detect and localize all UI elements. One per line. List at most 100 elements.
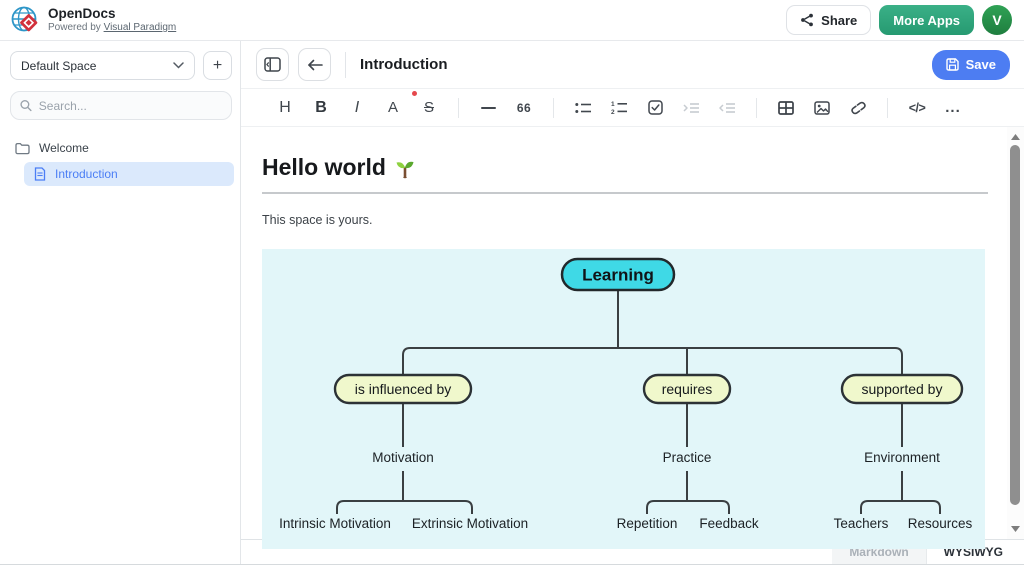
- more-apps-button[interactable]: More Apps: [879, 5, 974, 35]
- task-list-button[interactable]: [637, 93, 673, 123]
- diagram-leaf-label[interactable]: Intrinsic Motivation: [279, 516, 391, 531]
- triangle-up-icon: [1011, 134, 1020, 140]
- diagram-node-root[interactable]: Learning: [562, 259, 674, 290]
- app-title: OpenDocs: [48, 7, 176, 22]
- tree-item-welcome[interactable]: Welcome: [0, 136, 240, 160]
- bold-button[interactable]: B: [303, 93, 339, 123]
- concept-map-diagram[interactable]: Learning is influenced by requires: [262, 249, 985, 549]
- user-avatar[interactable]: V: [982, 5, 1012, 35]
- space-selector-value: Default Space: [21, 59, 173, 73]
- diagram-concept-label[interactable]: Environment: [864, 450, 940, 465]
- top-header: OpenDocs Powered by Visual Paradigm Shar…: [0, 0, 1024, 41]
- vertical-scrollbar[interactable]: [1007, 127, 1024, 539]
- editor-content[interactable]: Hello world This space is yours.: [241, 127, 1007, 539]
- space-selector[interactable]: Default Space: [10, 51, 195, 80]
- search-input[interactable]: [39, 99, 222, 113]
- code-block-button[interactable]: </>: [899, 93, 935, 123]
- save-button[interactable]: Save: [932, 50, 1010, 80]
- doc-header: Introduction Save: [241, 41, 1024, 88]
- powered-by-prefix: Powered by: [48, 22, 104, 33]
- search-box: [10, 91, 232, 120]
- diagram-concept-label[interactable]: Practice: [663, 450, 712, 465]
- insert-image-button[interactable]: [804, 93, 840, 123]
- checkbox-icon: [648, 100, 663, 115]
- toolbar-divider: [458, 98, 459, 118]
- more-apps-label: More Apps: [893, 13, 960, 28]
- diagram-node-relation[interactable]: supported by: [842, 375, 962, 403]
- new-page-button[interactable]: +: [203, 51, 232, 80]
- share-button[interactable]: Share: [786, 5, 871, 35]
- page-tree: Welcome Introduction: [0, 136, 240, 186]
- opendocs-logo-icon: [10, 5, 40, 35]
- table-icon: [778, 101, 794, 115]
- arrow-left-icon: [307, 59, 323, 71]
- toggle-sidebar-button[interactable]: [256, 48, 289, 81]
- doc-heading: Hello world: [262, 154, 988, 181]
- scrollbar-up-arrow[interactable]: [1007, 129, 1024, 145]
- chevron-down-icon: [173, 62, 184, 69]
- image-icon: [814, 101, 830, 115]
- insert-link-button[interactable]: [840, 93, 876, 123]
- folder-icon: [15, 142, 30, 155]
- scrollbar-thumb[interactable]: [1010, 145, 1020, 505]
- doc-paragraph: This space is yours.: [262, 213, 988, 227]
- scrollbar-down-arrow[interactable]: [1007, 521, 1024, 537]
- sidebar: Default Space + W: [0, 41, 241, 564]
- insert-table-button[interactable]: [768, 93, 804, 123]
- powered-by: Powered by Visual Paradigm: [48, 22, 176, 33]
- formatting-toolbar: H B I A S 66 1 2: [241, 88, 1024, 127]
- header-actions: Share More Apps V: [786, 5, 1012, 35]
- bullet-list-button[interactable]: [565, 93, 601, 123]
- avatar-initial: V: [992, 12, 1001, 28]
- doc-heading-text: Hello world: [262, 154, 386, 181]
- horizontal-rule-icon: [481, 107, 496, 109]
- italic-button[interactable]: I: [339, 93, 375, 123]
- diagram-node-relation[interactable]: is influenced by: [335, 375, 471, 403]
- seedling-emoji-icon: [394, 157, 416, 179]
- save-icon: [946, 58, 959, 71]
- tree-item-label: Welcome: [39, 141, 89, 155]
- indent-button[interactable]: [673, 93, 709, 123]
- header-divider: [345, 52, 346, 78]
- diagram-relation-label: supported by: [862, 381, 943, 397]
- numbered-list-button[interactable]: 1 2: [601, 93, 637, 123]
- brand-block: OpenDocs Powered by Visual Paradigm: [48, 7, 176, 33]
- link-icon: [850, 101, 867, 115]
- diagram-leaf-label[interactable]: Resources: [908, 516, 973, 531]
- toolbar-divider: [756, 98, 757, 118]
- visual-paradigm-link[interactable]: Visual Paradigm: [104, 22, 177, 33]
- toolbar-divider: [553, 98, 554, 118]
- text-color-button[interactable]: A: [375, 93, 411, 123]
- diagram-relation-label: is influenced by: [355, 381, 452, 397]
- share-label: Share: [821, 13, 857, 28]
- panel-toggle-icon: [264, 57, 281, 72]
- diagram-node-relation[interactable]: requires: [644, 375, 730, 403]
- heading-button[interactable]: H: [267, 93, 303, 123]
- diagram-leaf-label[interactable]: Teachers: [834, 516, 889, 531]
- diagram-leaf-label[interactable]: Repetition: [617, 516, 678, 531]
- body-row: Default Space + W: [0, 41, 1024, 564]
- more-options-button[interactable]: ...: [935, 93, 971, 123]
- tree-item-label: Introduction: [55, 167, 118, 181]
- document-icon: [34, 167, 46, 181]
- diagram-leaf-label[interactable]: Extrinsic Motivation: [412, 516, 528, 531]
- toolbar-divider: [887, 98, 888, 118]
- diagram-concept-label[interactable]: Motivation: [372, 450, 434, 465]
- strikethrough-button[interactable]: S: [411, 93, 447, 123]
- blockquote-button[interactable]: 66: [506, 93, 542, 123]
- share-icon: [800, 13, 814, 27]
- save-label: Save: [966, 57, 996, 72]
- space-row: Default Space +: [0, 51, 240, 80]
- horizontal-rule-button[interactable]: [470, 93, 506, 123]
- plus-icon: +: [213, 57, 222, 75]
- outdent-button[interactable]: [709, 93, 745, 123]
- back-button[interactable]: [298, 48, 331, 81]
- search-icon: [20, 99, 32, 112]
- page-title: Introduction: [360, 56, 447, 73]
- diagram-root-label: Learning: [582, 266, 654, 285]
- main-panel: Introduction Save H B I A S: [241, 41, 1024, 564]
- bullet-list-icon: [575, 102, 591, 114]
- tree-item-introduction[interactable]: Introduction: [24, 162, 234, 186]
- heading-divider: [262, 192, 988, 194]
- diagram-leaf-label[interactable]: Feedback: [699, 516, 759, 531]
